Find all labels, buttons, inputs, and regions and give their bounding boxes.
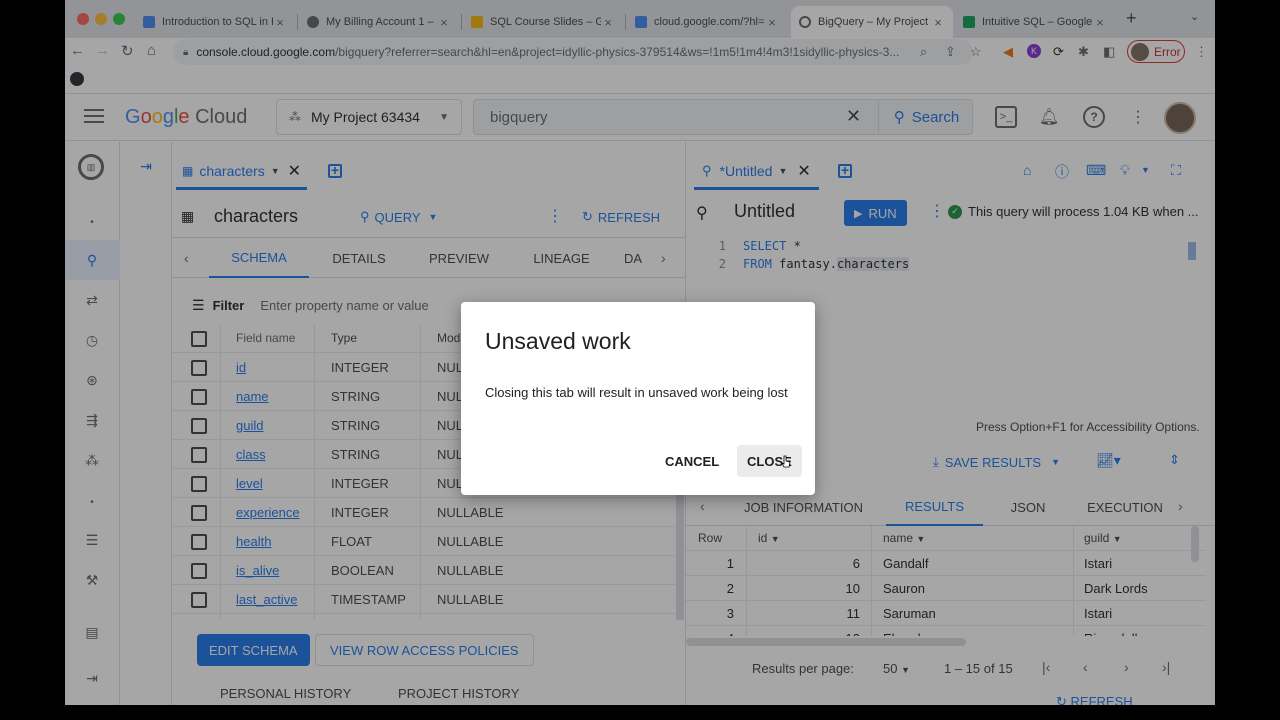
- screen: Introduction to SQL in B × My Billing Ac…: [65, 0, 1215, 705]
- unsaved-work-dialog: Unsaved work Closing this tab will resul…: [461, 302, 815, 495]
- mouse-cursor-icon: [781, 455, 791, 468]
- dialog-title: Unsaved work: [485, 328, 631, 354]
- close-button[interactable]: CLOSE: [737, 445, 802, 477]
- dialog-message: Closing this tab will result in unsaved …: [485, 385, 788, 400]
- cancel-button[interactable]: CANCEL: [655, 445, 729, 477]
